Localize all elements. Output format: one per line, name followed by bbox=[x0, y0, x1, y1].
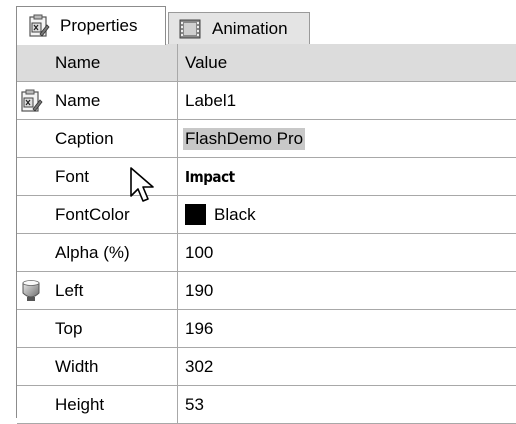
film-strip-icon bbox=[179, 19, 201, 38]
color-swatch bbox=[185, 204, 206, 225]
property-row-caption[interactable]: Caption FlashDemo Pro bbox=[17, 120, 516, 158]
property-name: Name bbox=[17, 82, 178, 119]
property-value-cell[interactable]: Black bbox=[179, 196, 516, 233]
column-header-value[interactable]: Value bbox=[179, 44, 516, 81]
property-grid: Name Value Name Label1 Caption FlashDemo… bbox=[16, 44, 516, 424]
tab-properties[interactable]: Properties bbox=[16, 6, 166, 45]
property-row-height[interactable]: Height 53 bbox=[17, 386, 516, 424]
property-name: Left bbox=[17, 272, 178, 309]
tab-strip: Properties Animation bbox=[0, 0, 516, 45]
property-value[interactable]: Label1 bbox=[179, 82, 516, 119]
property-name: Height bbox=[17, 386, 178, 423]
tab-animation[interactable]: Animation bbox=[168, 12, 310, 44]
property-name: Caption bbox=[17, 120, 178, 157]
property-value[interactable]: 302 bbox=[179, 348, 516, 385]
property-value-cell[interactable]: Impact bbox=[179, 158, 516, 195]
property-name: Top bbox=[17, 310, 178, 347]
property-row-font[interactable]: Font Impact bbox=[17, 158, 516, 196]
property-value[interactable]: 196 bbox=[179, 310, 516, 347]
property-name: FontColor bbox=[17, 196, 178, 233]
tab-properties-label: Properties bbox=[60, 16, 138, 35]
property-value-cell[interactable]: FlashDemo Pro bbox=[179, 120, 516, 157]
property-value[interactable]: FlashDemo Pro bbox=[183, 127, 306, 150]
column-header-name[interactable]: Name bbox=[17, 44, 178, 81]
property-value[interactable]: Black bbox=[214, 205, 256, 225]
property-value[interactable]: Impact bbox=[185, 168, 235, 186]
property-row-left[interactable]: Left 190 bbox=[17, 272, 516, 310]
property-name: Width bbox=[17, 348, 178, 385]
property-value[interactable]: 53 bbox=[179, 386, 516, 423]
property-value[interactable]: 100 bbox=[179, 234, 516, 271]
tab-animation-label: Animation bbox=[212, 18, 288, 38]
left-margin bbox=[0, 44, 16, 418]
property-row-name[interactable]: Name Label1 bbox=[17, 82, 516, 120]
property-row-width[interactable]: Width 302 bbox=[17, 348, 516, 386]
property-row-fontcolor[interactable]: FontColor Black bbox=[17, 196, 516, 234]
property-name: Alpha (%) bbox=[17, 234, 178, 271]
property-value[interactable]: 190 bbox=[179, 272, 516, 309]
grid-header: Name Value bbox=[17, 44, 516, 82]
property-row-top[interactable]: Top 196 bbox=[17, 310, 516, 348]
property-row-alpha[interactable]: Alpha (%) 100 bbox=[17, 234, 516, 272]
properties-icon bbox=[29, 14, 50, 37]
property-name: Font bbox=[17, 158, 178, 195]
